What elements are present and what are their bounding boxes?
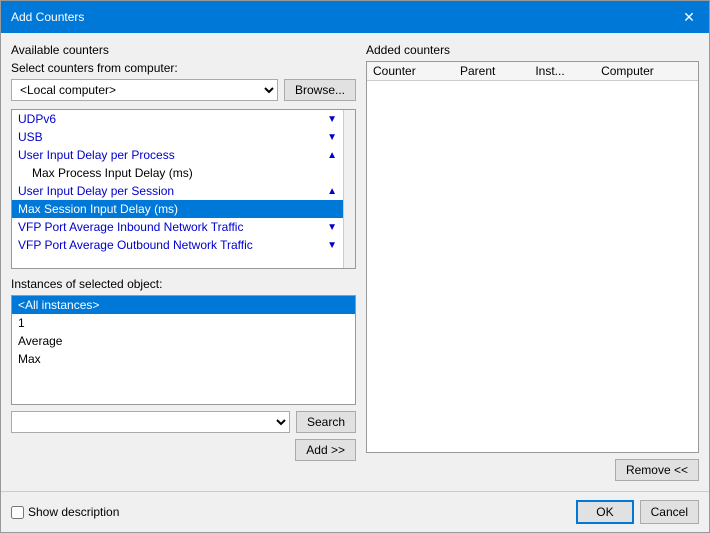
col-inst: Inst... xyxy=(529,62,595,81)
col-computer: Computer xyxy=(595,62,698,81)
search-select[interactable] xyxy=(11,411,290,433)
instance-average[interactable]: Average xyxy=(12,332,355,350)
show-description-checkbox[interactable] xyxy=(11,506,24,519)
remove-button[interactable]: Remove << xyxy=(615,459,699,481)
remove-row: Remove << xyxy=(366,459,699,481)
collapse-icon: ▲ xyxy=(327,186,337,197)
dialog-body: Available counters Select counters from … xyxy=(1,33,709,491)
show-description-container: Show description xyxy=(11,505,119,519)
add-row: Add >> xyxy=(11,439,356,461)
counter-item-vfp-inbound[interactable]: VFP Port Average Inbound Network Traffic… xyxy=(12,218,343,236)
expand-icon: ▼ xyxy=(327,114,337,125)
counter-item-user-input-process[interactable]: User Input Delay per Process ▲ xyxy=(12,146,343,164)
col-counter: Counter xyxy=(367,62,454,81)
instances-container: <All instances> 1 Average Max xyxy=(11,295,356,405)
add-counters-dialog: Add Counters ✕ Available counters Select… xyxy=(0,0,710,533)
col-parent: Parent xyxy=(454,62,529,81)
left-panel: Available counters Select counters from … xyxy=(11,43,356,481)
computer-select[interactable]: <Local computer> xyxy=(11,79,278,101)
counter-label: UDPv6 xyxy=(18,112,56,126)
ok-cancel-row: OK Cancel xyxy=(576,500,699,524)
instances-list: <All instances> 1 Average Max xyxy=(12,296,355,368)
browse-button[interactable]: Browse... xyxy=(284,79,356,101)
counter-label: VFP Port Average Outbound Network Traffi… xyxy=(18,238,253,252)
expand-icon: ▼ xyxy=(327,132,337,143)
counter-item-max-session[interactable]: Max Session Input Delay (ms) xyxy=(12,200,343,218)
counter-label: USB xyxy=(18,130,43,144)
select-from-label: Select counters from computer: xyxy=(11,61,356,75)
added-table: Counter Parent Inst... Computer xyxy=(367,62,698,81)
counter-label: User Input Delay per Session xyxy=(18,184,174,198)
add-button[interactable]: Add >> xyxy=(295,439,356,461)
instance-1[interactable]: 1 xyxy=(12,314,355,332)
right-panel: Added counters Counter Parent Inst... Co… xyxy=(366,43,699,481)
instance-max[interactable]: Max xyxy=(12,350,355,368)
counter-item-max-process[interactable]: Max Process Input Delay (ms) xyxy=(12,164,343,182)
cancel-button[interactable]: Cancel xyxy=(640,500,699,524)
counter-item-udpv6[interactable]: UDPv6 ▼ xyxy=(12,110,343,128)
expand-icon: ▼ xyxy=(327,222,337,233)
counter-label: Max Session Input Delay (ms) xyxy=(18,202,178,216)
instances-label: Instances of selected object: xyxy=(11,277,356,291)
added-counters-label: Added counters xyxy=(366,43,699,57)
computer-select-row: <Local computer> Browse... xyxy=(11,79,356,101)
counter-list-inner: UDPv6 ▼ USB ▼ User Input Delay per Proce… xyxy=(12,110,343,254)
scrollbar-track[interactable] xyxy=(343,110,355,268)
available-counters-label: Available counters xyxy=(11,43,356,57)
instance-all[interactable]: <All instances> xyxy=(12,296,355,314)
counter-item-user-input-session[interactable]: User Input Delay per Session ▲ xyxy=(12,182,343,200)
bottom-bar: Show description OK Cancel xyxy=(1,491,709,532)
counter-label: User Input Delay per Process xyxy=(18,148,175,162)
added-table-container: Counter Parent Inst... Computer xyxy=(366,61,699,453)
counter-item-vfp-outbound[interactable]: VFP Port Average Outbound Network Traffi… xyxy=(12,236,343,254)
ok-button[interactable]: OK xyxy=(576,500,633,524)
counter-list: UDPv6 ▼ USB ▼ User Input Delay per Proce… xyxy=(12,110,343,254)
show-description-label: Show description xyxy=(28,505,119,519)
close-button[interactable]: ✕ xyxy=(679,7,699,27)
search-button[interactable]: Search xyxy=(296,411,356,433)
counter-item-usb[interactable]: USB ▼ xyxy=(12,128,343,146)
search-row: Search xyxy=(11,411,356,433)
counter-list-container: UDPv6 ▼ USB ▼ User Input Delay per Proce… xyxy=(11,109,356,269)
collapse-icon: ▲ xyxy=(327,150,337,161)
counter-label: VFP Port Average Inbound Network Traffic xyxy=(18,220,243,234)
title-bar: Add Counters ✕ xyxy=(1,1,709,33)
dialog-title: Add Counters xyxy=(11,10,84,24)
expand-icon: ▼ xyxy=(327,240,337,251)
